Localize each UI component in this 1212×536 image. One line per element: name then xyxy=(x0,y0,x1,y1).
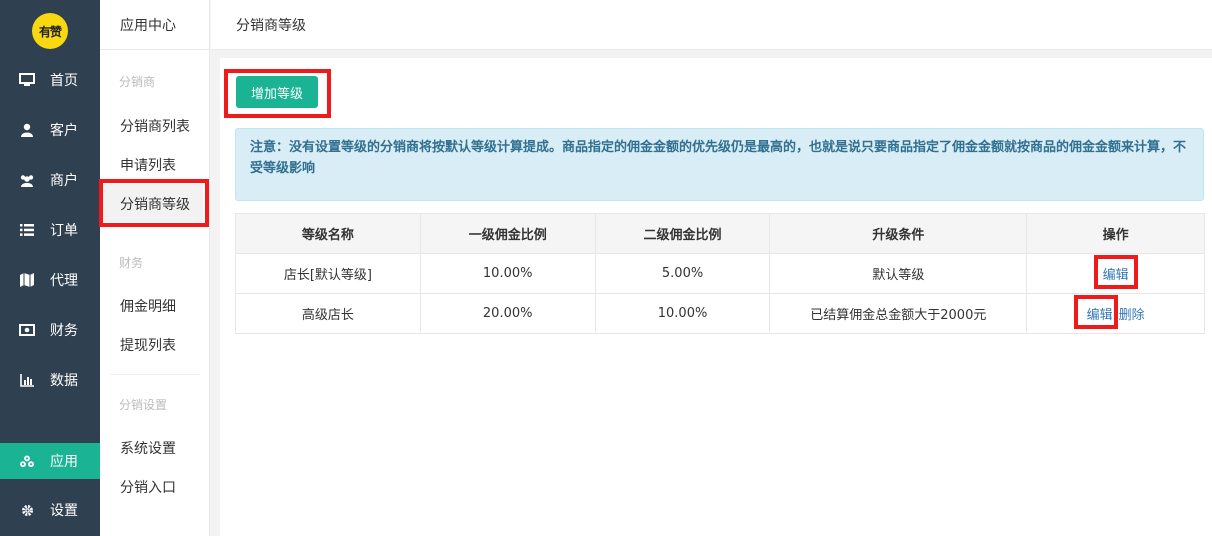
cell-level-name: 店长[默认等级] xyxy=(235,253,421,294)
header-level1-ratio: 一级佣金比例 xyxy=(419,213,596,254)
nav-item-orders[interactable]: 订单 xyxy=(0,212,100,248)
cell-upgrade-condition: 已结算佣金总金额大于2000元 xyxy=(769,293,1028,334)
money-icon xyxy=(19,322,35,338)
nav-item-label: 首页 xyxy=(50,73,78,89)
cell-level1-ratio: 20.00% xyxy=(419,293,596,334)
nav-item-label: 应用 xyxy=(50,454,78,470)
header-level2-ratio: 二级佣金比例 xyxy=(594,213,771,254)
logo-text: 有赞 xyxy=(38,24,62,39)
table-header-row: 等级名称 一级佣金比例 二级佣金比例 升级条件 操作 xyxy=(235,213,1205,254)
page-title: 分销商等级 xyxy=(236,17,306,34)
nav-item-data[interactable]: 数据 xyxy=(0,362,100,398)
nav-item-label: 财务 xyxy=(50,323,78,339)
nav-item-customers[interactable]: 客户 xyxy=(0,112,100,148)
cell-upgrade-condition: 默认等级 xyxy=(769,253,1028,294)
nav-item-merchants[interactable]: 商户 xyxy=(0,162,100,198)
map-icon xyxy=(19,272,35,288)
nav-item-label: 订单 xyxy=(50,223,78,239)
users-icon xyxy=(19,172,35,188)
cubes-icon xyxy=(19,453,35,469)
main-content: 增加等级 注意：没有设置等级的分销商将按默认等级计算提成。商品指定的佣金金额的优… xyxy=(220,58,1212,536)
subnav-link-distributor-level[interactable]: 分销商等级 xyxy=(120,194,190,214)
nav-item-label: 商户 xyxy=(50,173,78,189)
subnav-group-settings: 分销设置 xyxy=(119,398,168,412)
logo[interactable]: 有赞 xyxy=(32,13,68,49)
subnav-link-commission-detail[interactable]: 佣金明细 xyxy=(120,296,176,316)
cell-level2-ratio: 10.00% xyxy=(594,293,771,334)
nav-item-label: 设置 xyxy=(50,503,78,519)
table-row: 店长[默认等级] 10.00% 5.00% 默认等级 编辑 xyxy=(235,253,1205,294)
nav-item-finance[interactable]: 财务 xyxy=(0,312,100,348)
main-sidebar: 有赞 首页 客户 商户 订单 代理 财务 数据 应用 设置 xyxy=(0,0,100,536)
cell-level2-ratio: 5.00% xyxy=(594,253,771,294)
monitor-icon xyxy=(19,72,35,88)
header-upgrade-condition: 升级条件 xyxy=(769,213,1028,254)
page-header: 分销商等级 xyxy=(211,0,1212,50)
subnav-link-distributor-list[interactable]: 分销商列表 xyxy=(120,116,190,136)
subnav-link-application-list[interactable]: 申请列表 xyxy=(120,155,176,175)
nav-item-label: 数据 xyxy=(50,373,78,389)
edit-link[interactable]: 编辑 xyxy=(1087,308,1113,323)
nav-item-agents[interactable]: 代理 xyxy=(0,262,100,298)
table-row: 高级店长 20.00% 10.00% 已结算佣金总金额大于2000元 编辑 删除 xyxy=(235,293,1205,334)
nav-item-apps[interactable]: 应用 xyxy=(0,443,100,479)
header-actions: 操作 xyxy=(1026,213,1205,254)
gear-icon xyxy=(19,502,35,518)
cell-level1-ratio: 10.00% xyxy=(419,253,596,294)
bar-chart-icon xyxy=(19,372,35,388)
subnav-link-system-settings[interactable]: 系统设置 xyxy=(120,438,176,458)
cell-level-name: 高级店长 xyxy=(235,293,421,334)
subnav-group-distributor: 分销商 xyxy=(119,75,156,89)
nav-item-label: 代理 xyxy=(50,273,78,289)
nav-item-label: 客户 xyxy=(50,123,78,139)
nav-item-settings[interactable]: 设置 xyxy=(0,492,100,528)
cell-actions: 编辑 删除 xyxy=(1026,293,1205,334)
header-level-name: 等级名称 xyxy=(235,213,421,254)
notice-alert: 注意：没有设置等级的分销商将按默认等级计算提成。商品指定的佣金金额的优先级仍是最… xyxy=(235,128,1204,201)
subnav-link-withdraw-list[interactable]: 提现列表 xyxy=(120,335,176,355)
secondary-sidebar: 应用中心 分销商 分销商列表 申请列表 分销商等级 财务 佣金明细 提现列表 分… xyxy=(100,0,210,536)
notice-text: 注意：没有设置等级的分销商将按默认等级计算提成。商品指定的佣金金额的优先级仍是最… xyxy=(250,140,1187,176)
add-level-button[interactable]: 增加等级 xyxy=(236,76,318,108)
delete-link[interactable]: 删除 xyxy=(1119,308,1145,323)
user-icon xyxy=(19,122,35,138)
subnav-divider xyxy=(110,374,200,375)
edit-link[interactable]: 编辑 xyxy=(1103,268,1129,283)
subnav-link-distribution-entry[interactable]: 分销入口 xyxy=(120,477,176,497)
list-icon xyxy=(19,222,35,238)
level-table: 等级名称 一级佣金比例 二级佣金比例 升级条件 操作 店长[默认等级] 10.0… xyxy=(235,213,1205,334)
cell-actions: 编辑 xyxy=(1026,253,1205,294)
subnav-title: 应用中心 xyxy=(100,0,210,50)
nav-item-home[interactable]: 首页 xyxy=(0,62,100,98)
subnav-group-finance: 财务 xyxy=(119,256,144,270)
